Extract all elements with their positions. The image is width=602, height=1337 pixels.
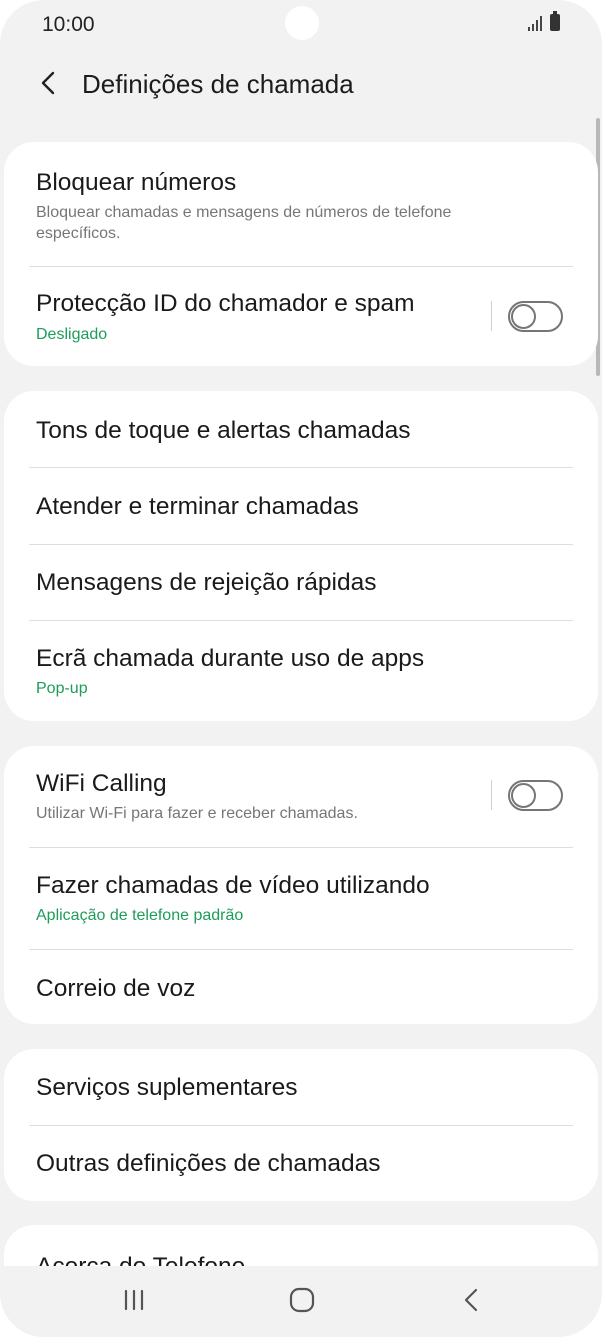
supplementary-services-label: Serviços suplementares <box>36 1074 298 1101</box>
settings-group-supplementary: Serviços suplementares Outras definições… <box>4 1049 598 1201</box>
ringtones-alerts-item[interactable]: Tons de toque e alertas chamadas <box>4 391 598 467</box>
other-call-settings-label: Outras definições de chamadas <box>36 1150 381 1177</box>
status-bar: 10:00 <box>0 0 602 52</box>
quick-decline-messages-label: Mensagens de rejeição rápidas <box>36 569 377 596</box>
answer-end-calls-label: Atender e terminar chamadas <box>36 493 359 520</box>
ringtones-alerts-label: Tons de toque e alertas chamadas <box>36 417 411 444</box>
settings-group-wifi-video: WiFi Calling Utilizar Wi-Fi para fazer e… <box>4 746 598 1024</box>
toggle-separator <box>491 780 492 810</box>
wifi-calling-label: WiFi Calling <box>36 770 167 797</box>
status-time: 10:00 <box>42 13 95 36</box>
toggle-separator <box>491 301 492 331</box>
voicemail-label: Correio de voz <box>36 975 196 1002</box>
wifi-calling-subtitle: Utilizar Wi-Fi para fazer e receber cham… <box>36 805 358 822</box>
status-icons <box>528 11 560 31</box>
answer-end-calls-item[interactable]: Atender e terminar chamadas <box>4 468 598 544</box>
back-nav-icon[interactable] <box>452 1282 492 1318</box>
signal-icon <box>528 15 542 31</box>
recent-apps-icon[interactable] <box>114 1282 154 1318</box>
call-display-in-apps-value: Pop-up <box>36 680 88 697</box>
video-calls-using-label: Fazer chamadas de vídeo utilizando <box>36 872 430 899</box>
battery-icon <box>550 11 560 31</box>
home-icon[interactable] <box>282 1282 322 1318</box>
quick-decline-messages-item[interactable]: Mensagens de rejeição rápidas <box>4 545 598 620</box>
call-display-in-apps-label: Ecrã chamada durante uso de apps <box>36 645 425 672</box>
call-display-in-apps-item[interactable]: Ecrã chamada durante uso de apps Pop-up <box>4 621 598 721</box>
block-numbers-subtitle: Bloquear chamadas e mensagens de números… <box>36 204 452 242</box>
phone-screen: 10:00 Definições de chamada Bloquear núm… <box>0 0 602 1337</box>
supplementary-services-item[interactable]: Serviços suplementares <box>4 1049 598 1125</box>
caller-id-spam-toggle[interactable] <box>508 301 563 332</box>
settings-group-blocking: Bloquear números Bloquear chamadas e men… <box>4 142 598 366</box>
caller-id-spam-status: Desligado <box>36 326 108 343</box>
page-title: Definições de chamada <box>82 69 354 99</box>
block-numbers-label: Bloquear números <box>36 169 237 196</box>
back-arrow-icon[interactable] <box>36 68 66 98</box>
front-camera-cutout <box>285 6 319 40</box>
other-call-settings-item[interactable]: Outras definições de chamadas <box>4 1126 598 1201</box>
wifi-calling-item[interactable]: WiFi Calling Utilizar Wi-Fi para fazer e… <box>4 746 598 847</box>
caller-id-spam-label: Protecção ID do chamador e spam <box>36 290 415 317</box>
video-calls-using-item[interactable]: Fazer chamadas de vídeo utilizando Aplic… <box>4 848 598 949</box>
block-numbers-item[interactable]: Bloquear números Bloquear chamadas e men… <box>4 142 598 266</box>
navigation-bar <box>0 1266 602 1337</box>
settings-group-calls: Tons de toque e alertas chamadas Atender… <box>4 391 598 721</box>
app-header: Definições de chamada <box>0 58 602 110</box>
voicemail-item[interactable]: Correio de voz <box>4 950 598 1024</box>
video-calls-using-value: Aplicação de telefone padrão <box>36 907 244 924</box>
caller-id-spam-item[interactable]: Protecção ID do chamador e spam Desligad… <box>4 267 598 366</box>
wifi-calling-toggle[interactable] <box>508 780 563 811</box>
